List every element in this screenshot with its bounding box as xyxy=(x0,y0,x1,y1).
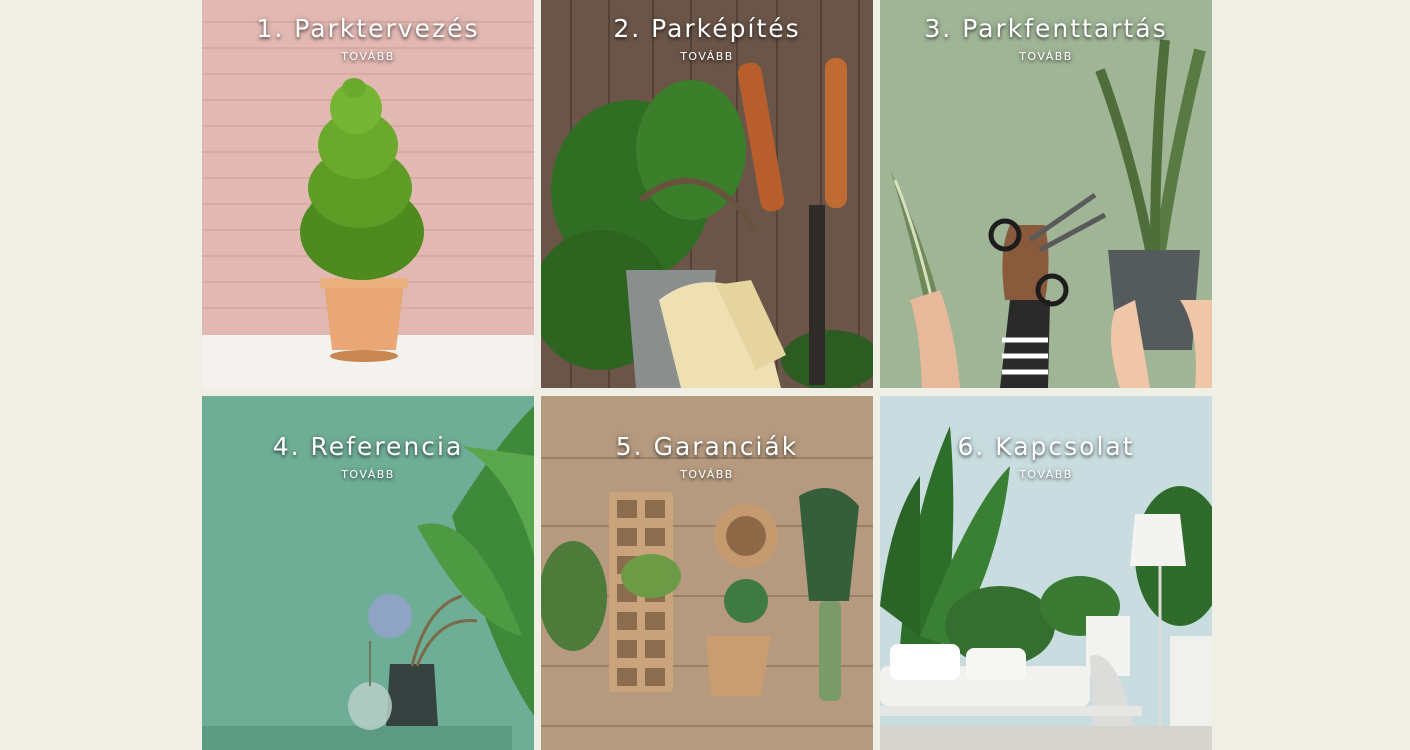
tile-garanciak[interactable]: 5. Garanciák TOVÁBB xyxy=(541,396,873,750)
tile-caption: 6. Kapcsolat TOVÁBB xyxy=(880,432,1212,482)
tile-referencia[interactable]: 4. Referencia TOVÁBB xyxy=(202,396,534,750)
tile-title: 3. Parkfenttartás xyxy=(924,14,1168,43)
tile-caption: 3. Parkfenttartás TOVÁBB xyxy=(880,14,1212,64)
tile-caption: 4. Referencia TOVÁBB xyxy=(202,432,534,482)
more-link[interactable]: TOVÁBB xyxy=(880,468,1212,482)
more-link[interactable]: TOVÁBB xyxy=(202,50,534,64)
tile-title: 5. Garanciák xyxy=(615,432,799,461)
tile-kapcsolat[interactable]: 6. Kapcsolat TOVÁBB xyxy=(880,396,1212,750)
tile-title: 6. Kapcsolat xyxy=(957,432,1135,461)
tile-parkfenttartas[interactable]: 3. Parkfenttartás TOVÁBB xyxy=(880,0,1212,388)
tile-title: 1. Parktervezés xyxy=(256,14,480,43)
tile-parktervezes[interactable]: 1. Parktervezés TOVÁBB xyxy=(202,0,534,388)
tile-caption: 1. Parktervezés TOVÁBB xyxy=(202,14,534,64)
tile-caption: 2. Parképítés TOVÁBB xyxy=(541,14,873,64)
tile-caption: 5. Garanciák TOVÁBB xyxy=(541,432,873,482)
tile-title: 4. Referencia xyxy=(272,432,464,461)
tile-parkepites[interactable]: 2. Parképítés TOVÁBB xyxy=(541,0,873,388)
more-link[interactable]: TOVÁBB xyxy=(880,50,1212,64)
more-link[interactable]: TOVÁBB xyxy=(541,468,873,482)
services-grid: 1. Parktervezés TOVÁBB 2. Parképítés TOV… xyxy=(202,0,1212,750)
tile-title: 2. Parképítés xyxy=(613,14,801,43)
more-link[interactable]: TOVÁBB xyxy=(541,50,873,64)
more-link[interactable]: TOVÁBB xyxy=(202,468,534,482)
